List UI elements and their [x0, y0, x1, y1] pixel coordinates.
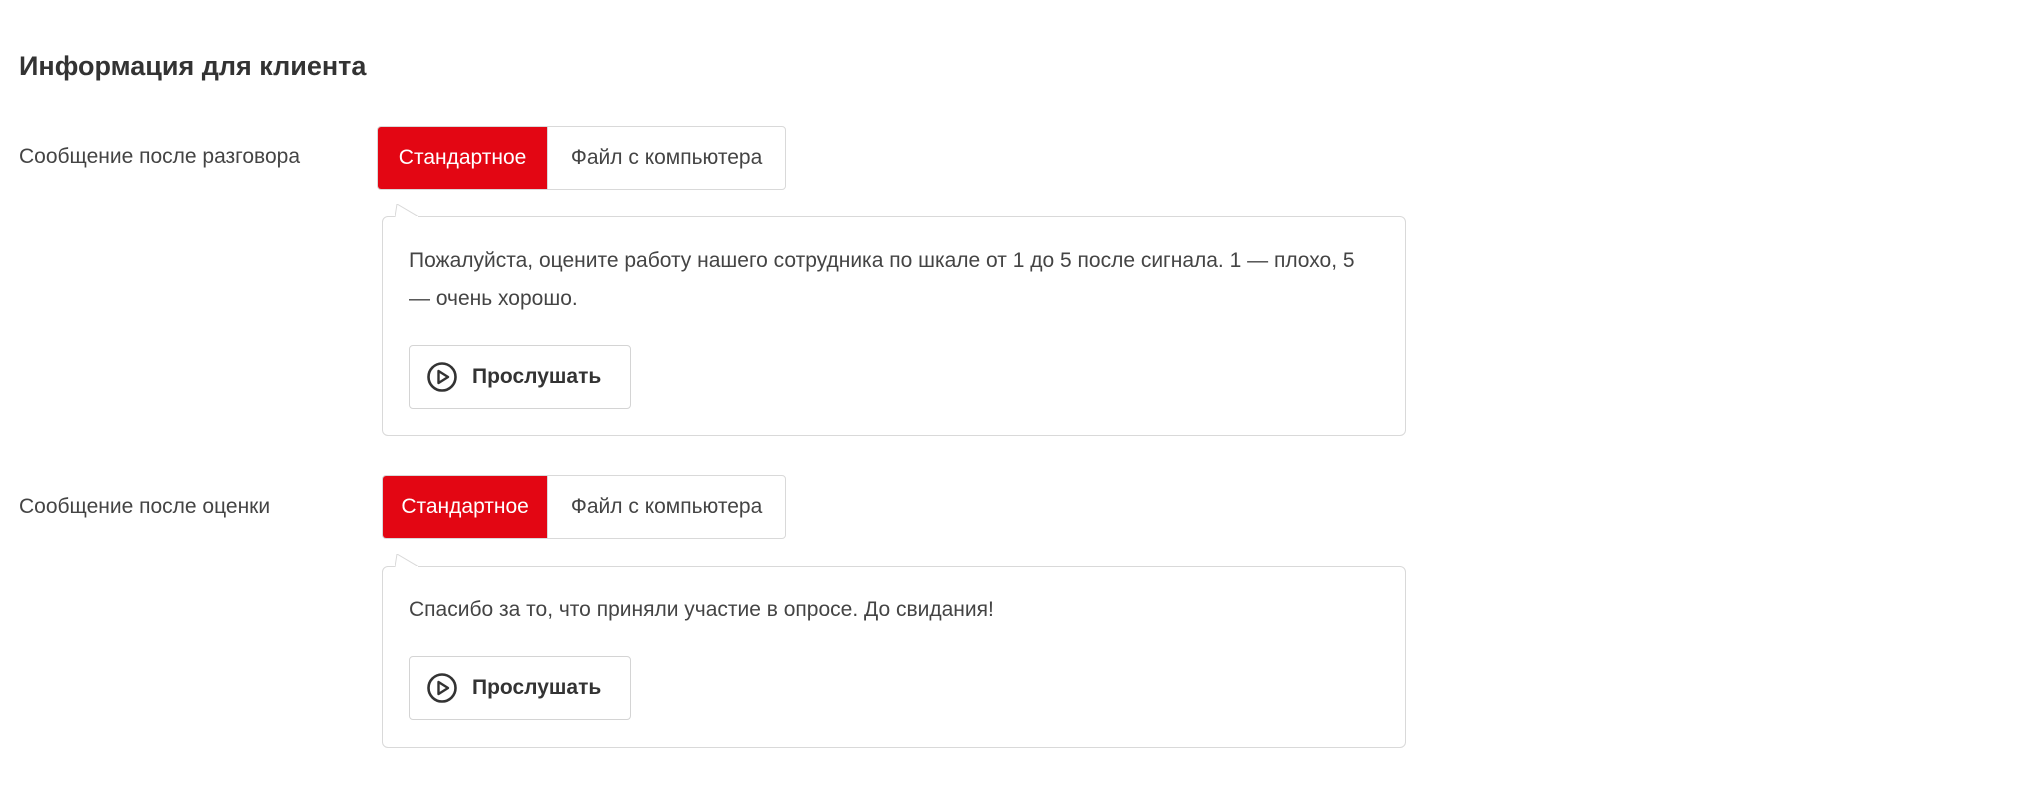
row-label-after-rating: Сообщение после оценки — [19, 495, 271, 518]
client-info-page: Информация для клиента Сообщение после р… — [0, 0, 2028, 789]
section-title: Информация для клиента — [19, 51, 367, 81]
message-text: Спасибо за то, что приняли участие в опр… — [409, 598, 994, 621]
tab-standard[interactable]: Стандартное — [383, 476, 548, 538]
row-label-after-call: Сообщение после разговора — [19, 145, 301, 168]
message-panel-after-call: Пожалуйста, оцените работу нашего сотруд… — [382, 204, 1406, 436]
listen-button[interactable]: Прослушать — [409, 345, 631, 409]
message-text: Пожалуйста, оцените работу нашего сотруд… — [409, 249, 1355, 310]
play-circle-icon — [427, 362, 457, 392]
tab-file-from-computer[interactable]: Файл с компьютера — [547, 476, 785, 538]
tab-file-from-computer[interactable]: Файл с компьютера — [547, 127, 785, 189]
message-source-toggle-after-call: Стандартное Файл с компьютера — [377, 126, 786, 190]
listen-button-label: Прослушать — [472, 365, 602, 388]
panel-notch — [395, 554, 419, 567]
message-panel-after-rating: Спасибо за то, что приняли участие в опр… — [382, 554, 1406, 748]
play-circle-icon — [427, 673, 457, 703]
panel-notch — [395, 204, 419, 217]
listen-button[interactable]: Прослушать — [409, 656, 631, 720]
listen-button-label: Прослушать — [472, 676, 602, 699]
tab-standard[interactable]: Стандартное — [378, 127, 548, 189]
message-source-toggle-after-rating: Стандартное Файл с компьютера — [382, 475, 786, 539]
